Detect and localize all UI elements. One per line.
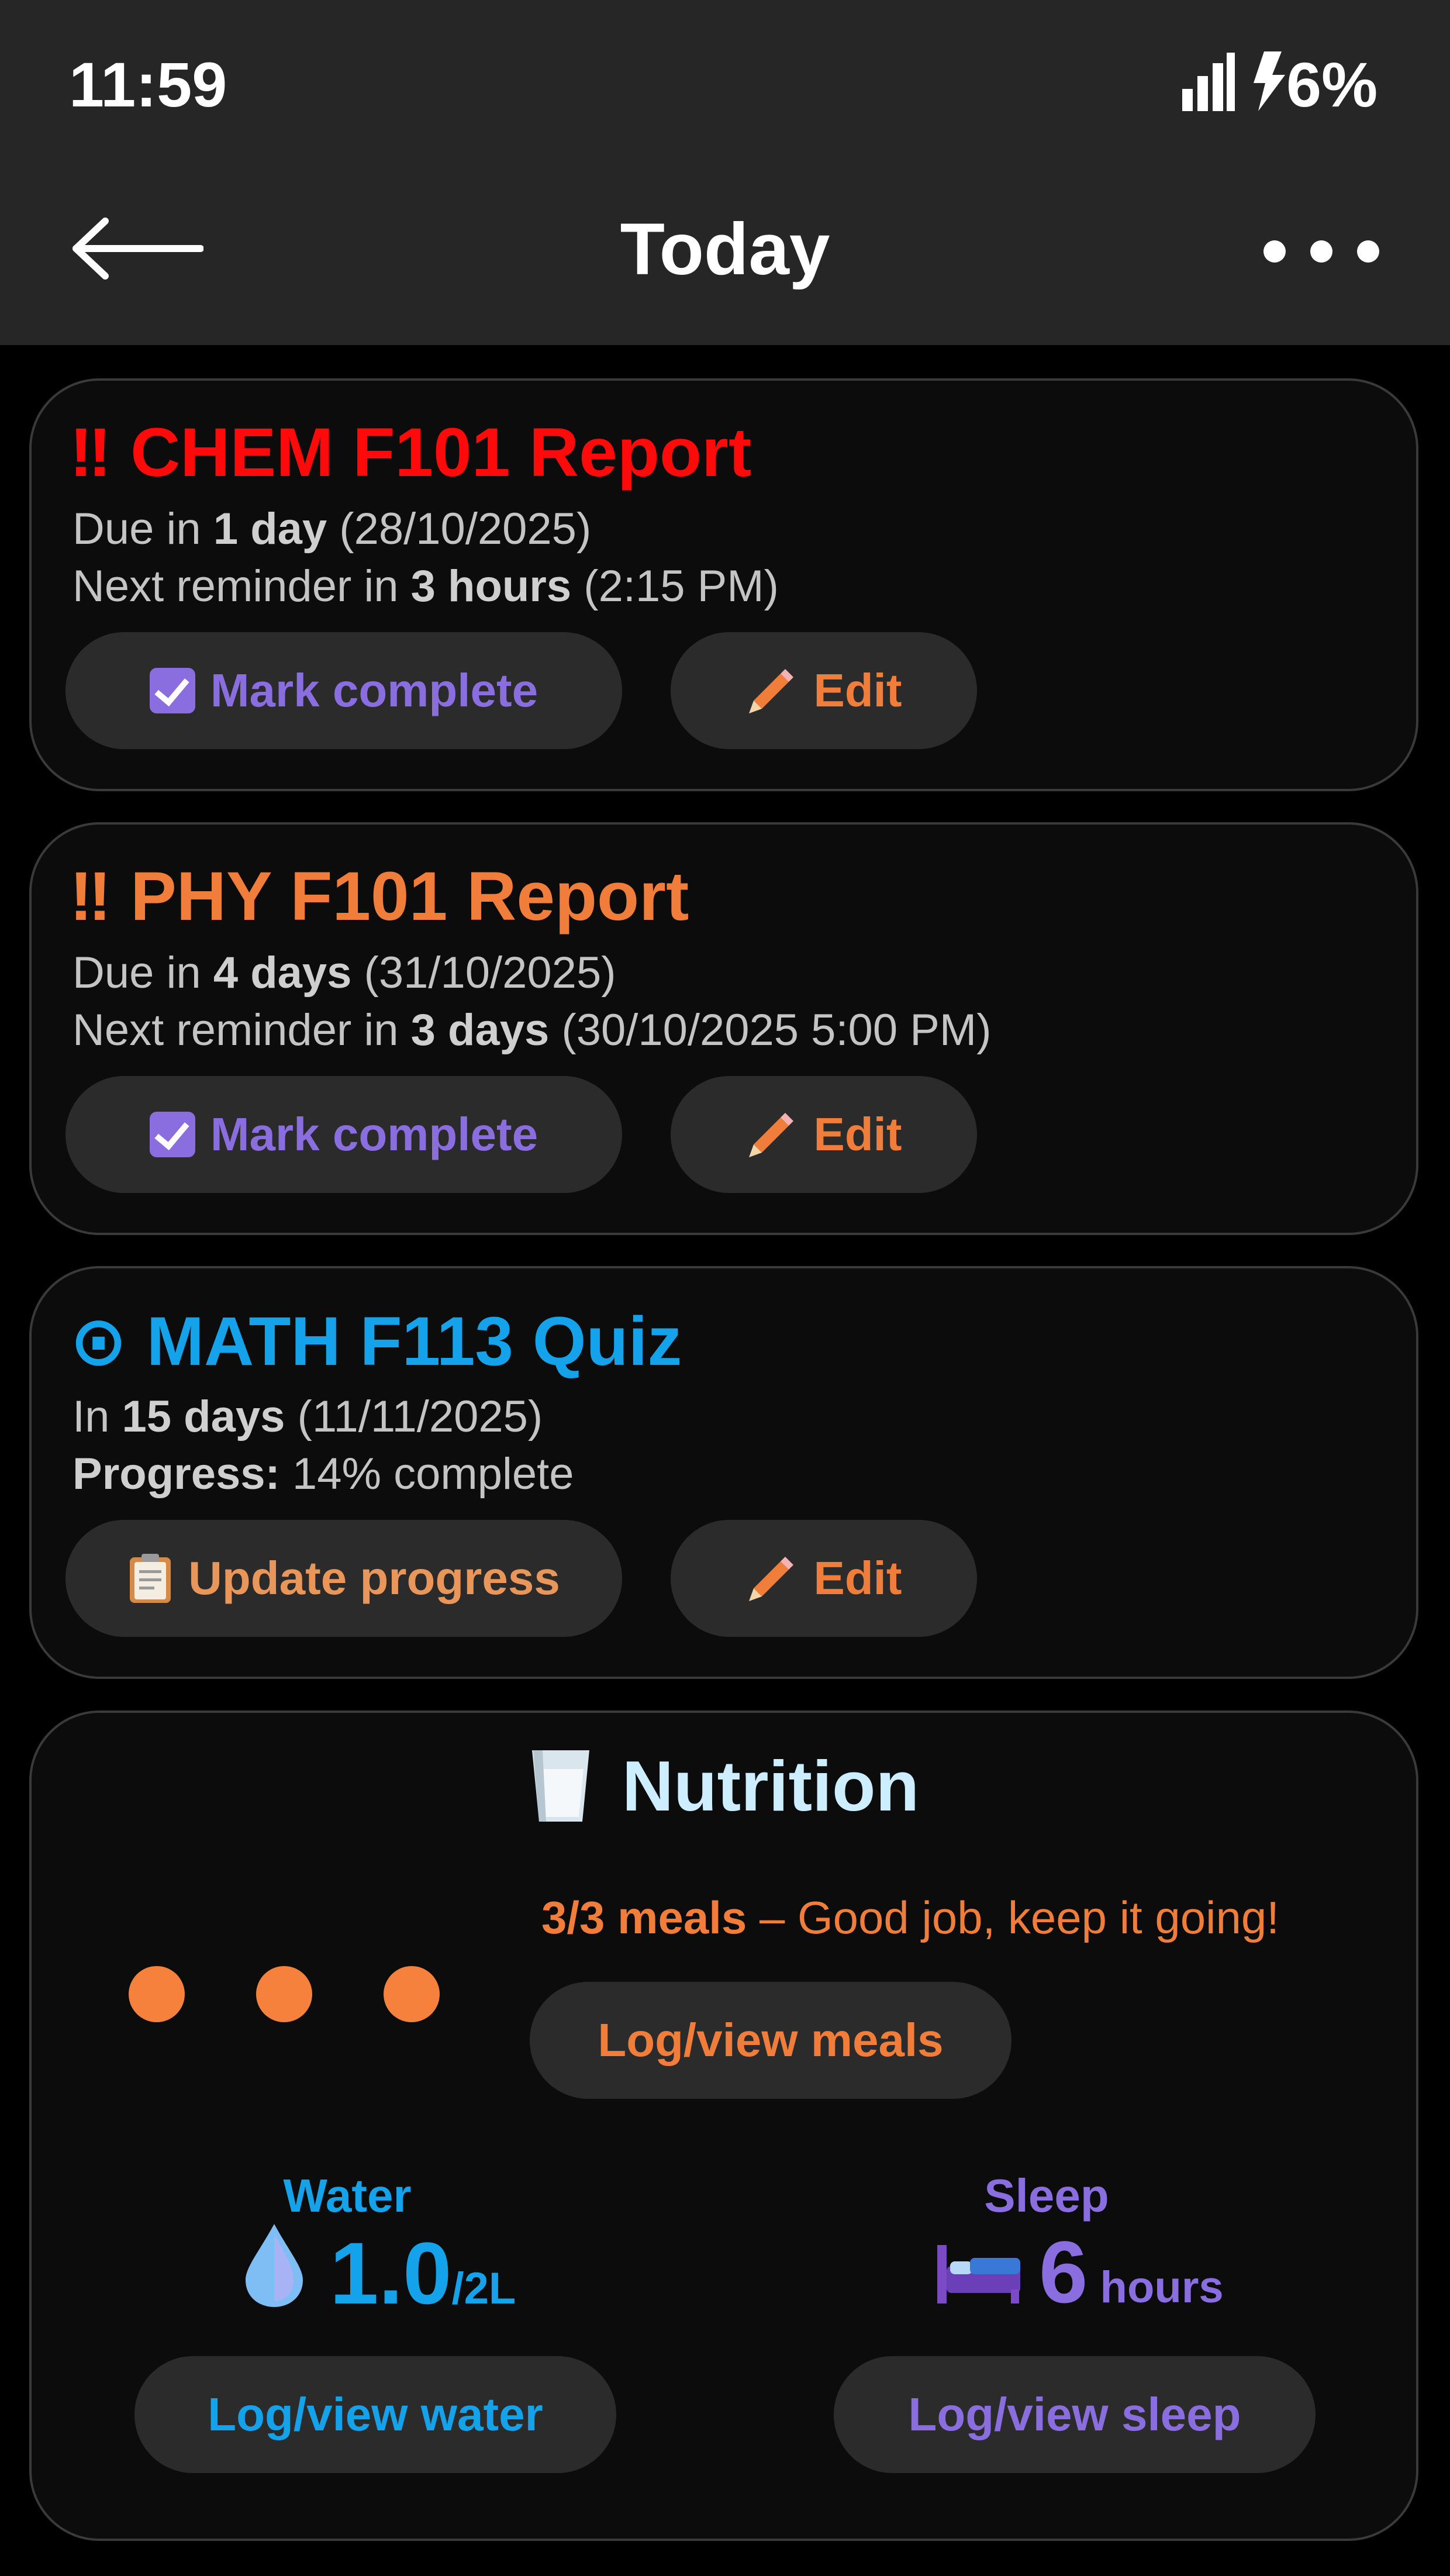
update-progress-button[interactable]: Update progress — [65, 1520, 622, 1637]
sleep-label: Sleep — [984, 2170, 1109, 2222]
task-card-math: ⊙ MATH F113 Quiz In 15 days (11/11/2025)… — [29, 1266, 1418, 1679]
meal-dot-2 — [256, 1966, 312, 2022]
water-label: Water — [283, 2170, 412, 2222]
task-card-chem: ‼ CHEM F101 Report Due in 1 day (28/10/2… — [29, 378, 1418, 791]
pencil-icon — [749, 669, 794, 713]
edit-button[interactable]: Edit — [671, 1520, 977, 1637]
page-title: Today — [620, 209, 830, 290]
pencil-icon — [749, 1557, 794, 1601]
battery-percentage: 6% — [1286, 49, 1378, 120]
clipboard-icon — [130, 1554, 171, 1603]
signal-icon — [1182, 53, 1235, 111]
water-value: 1.0/2L — [242, 2222, 516, 2324]
task-title: ⊙ MATH F113 Quiz — [70, 1303, 682, 1380]
charging-bolt-icon — [1254, 51, 1285, 111]
pencil-icon — [749, 1113, 794, 1157]
meal-dot-3 — [384, 1966, 440, 2022]
log-view-water-button[interactable]: Log/view water — [134, 2356, 616, 2473]
warning-icon: ‼ — [70, 858, 112, 935]
glass-icon — [531, 1750, 589, 1822]
task-card-phy: ‼ PHY F101 Report Due in 4 days (31/10/2… — [29, 822, 1418, 1235]
checkbox-icon — [149, 1112, 195, 1157]
more-options-icon[interactable] — [1257, 231, 1386, 272]
task-title: ‼ PHY F101 Report — [70, 858, 689, 935]
log-view-sleep-button[interactable]: Log/view sleep — [834, 2356, 1316, 2473]
app-bar: Today — [0, 170, 1450, 345]
nutrition-header: Nutrition — [32, 1745, 1416, 1827]
meal-dot-1 — [129, 1966, 185, 2022]
mark-complete-button[interactable]: Mark complete — [65, 1076, 622, 1193]
reminder-line: Next reminder in 3 days (30/10/2025 5:00… — [72, 1005, 992, 1055]
progress-line: Progress: 14% complete — [72, 1449, 574, 1499]
meals-status: 3/3 meals – Good job, keep it going! — [541, 1892, 1279, 1943]
checkbox-icon — [149, 668, 195, 713]
water-drop-icon — [246, 2224, 303, 2307]
edit-button[interactable]: Edit — [671, 1076, 977, 1193]
status-time: 11:59 — [69, 49, 227, 120]
status-bar: 11:59 6% — [0, 0, 1450, 170]
log-view-meals-button[interactable]: Log/view meals — [530, 1982, 1011, 2099]
sleep-value: 6 hours — [935, 2222, 1224, 2323]
mark-complete-button[interactable]: Mark complete — [65, 632, 622, 749]
due-line: Due in 1 day (28/10/2025) — [72, 504, 592, 554]
edit-button[interactable]: Edit — [671, 632, 977, 749]
urgent-icon: ‼ — [70, 414, 112, 491]
reminder-line: Next reminder in 3 hours (2:15 PM) — [72, 561, 779, 611]
nutrition-card: Nutrition 3/3 meals – Good job, keep it … — [29, 1711, 1418, 2541]
task-title: ‼ CHEM F101 Report — [70, 414, 752, 491]
due-line: Due in 4 days (31/10/2025) — [72, 948, 616, 998]
nutrition-title: Nutrition — [622, 1746, 920, 1826]
bed-icon — [937, 2245, 1020, 2303]
due-line: In 15 days (11/11/2025) — [72, 1392, 543, 1442]
target-icon: ⊙ — [70, 1303, 127, 1380]
